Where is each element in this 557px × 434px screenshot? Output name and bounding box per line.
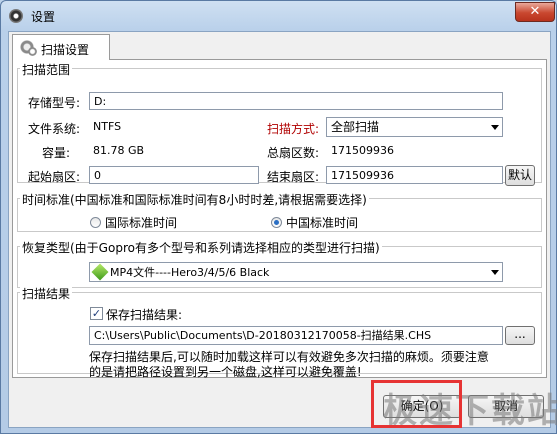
save-result-label[interactable]: 保存扫描结果: [106,306,182,323]
settings-window: 设置 ✕ 扫描设置 扫描范围 存储型号: D: 文件系统: NTFS 扫描方式:… [0,0,557,434]
save-note-line2: 的是请把路径设置到另一个磁盘,这样可以避免覆盖! [89,365,362,379]
window-title: 设置 [31,10,56,24]
filesystem-value: NTFS [93,120,122,133]
scan-method-select[interactable]: 全部扫描 [326,117,503,137]
radio-international-time[interactable] [90,217,101,228]
gear-icon [19,39,37,56]
browse-button[interactable]: ... [505,326,535,345]
scan-method-label: 扫描方式: [267,122,320,136]
highlight-box [371,380,462,428]
save-path-input[interactable]: C:\Users\Public\Documents\D-201803121700… [89,326,503,345]
title-bar[interactable]: 设置 ✕ [1,1,556,31]
group-title-scan-range: 扫描范围 [20,61,73,78]
start-sector-label: 起始扇区: [28,170,81,184]
tab-scan-settings[interactable]: 扫描设置 [12,34,110,60]
group-title-scan-result: 扫描结果 [20,285,73,302]
recovery-type-select[interactable]: MP4文件----Hero3/4/5/6 Black [89,262,503,282]
filesystem-label: 文件系统: [28,122,81,136]
dialog-client: 扫描设置 扫描范围 存储型号: D: 文件系统: NTFS 扫描方式: 全部扫描… [8,31,551,428]
group-title-time-standard: 时间标准(中国标准和国际标准时间有8小时时差,请根据需要选择) [20,191,369,208]
end-sector-label: 结束扇区: [267,170,320,184]
tab-panel: 扫描范围 存储型号: D: 文件系统: NTFS 扫描方式: 全部扫描 容量: … [12,59,547,380]
gopro-file-icon [91,263,109,281]
storage-label: 存储型号: [28,96,81,110]
storage-field[interactable]: D: [89,92,503,110]
close-button[interactable]: ✕ [515,2,555,22]
radio-china-time[interactable] [271,217,282,228]
scan-method-value: 全部扫描 [331,120,380,134]
tab-label: 扫描设置 [41,43,90,57]
chevron-down-icon [491,270,499,275]
recovery-type-value: MP4文件----Hero3/4/5/6 Black [110,266,270,279]
save-result-checkbox[interactable]: ✓ [90,307,103,320]
total-sectors-label: 总扇区数: [267,146,320,160]
capacity-value: 81.78 GB [93,144,145,157]
default-button[interactable]: 默认 [505,165,535,186]
radio-international-time-label[interactable]: 国际标准时间 [105,214,177,231]
total-sectors-value: 171509936 [331,144,394,157]
save-note: 保存扫描结果后,可以随时加载这样可以有效避免多次扫描的麻烦。须要注意 的是请把路… [89,350,489,380]
save-note-line1: 保存扫描结果后,可以随时加载这样可以有效避免多次扫描的麻烦。须要注意 [89,350,489,364]
start-sector-input[interactable]: 0 [89,166,259,184]
radio-china-time-label[interactable]: 中国标准时间 [286,214,358,231]
group-title-recovery-type: 恢复类型(由于Gopro有多个型号和系列请选择相应的类型进行扫描) [20,239,382,256]
end-sector-input[interactable]: 171509936 [326,166,503,184]
capacity-label: 容量: [42,146,71,160]
app-icon [9,9,23,23]
chevron-down-icon [491,125,499,130]
